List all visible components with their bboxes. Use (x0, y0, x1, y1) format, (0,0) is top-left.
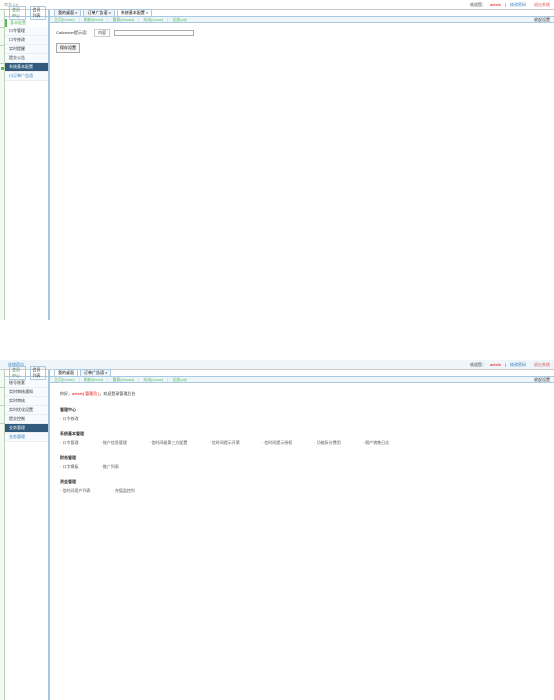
status-close-b[interactable]: 关闭(close) (143, 377, 163, 383)
quick-link[interactable]: · 信时间提示开票 (209, 440, 239, 446)
quick-link[interactable]: · 口字模板 (60, 464, 78, 470)
quick-link[interactable]: · 推广列表 (100, 464, 118, 470)
status-reload-b[interactable]: 重载(reload) (112, 377, 134, 383)
app-bottom-instance: 连锁药店 欢迎您： admin | 修改密码 退出系统 会员中心 会员列表 账号… (0, 360, 554, 700)
sidebar-item[interactable]: 口令修改 (5, 36, 48, 45)
sec-basic: 系统基本管理 (56, 427, 548, 439)
status-home-b[interactable]: 主页(home) (54, 377, 75, 383)
tab-desktop[interactable]: 我的桌面 × (54, 9, 81, 16)
sidebar-pill-a[interactable]: 会员中心 (9, 6, 26, 20)
status-fresh-b[interactable]: 刷新(fresh) (84, 377, 104, 383)
rail-indicator-icon (1, 67, 4, 70)
content-canvas: Callcenter提示语： 内容 保存设置 (50, 23, 554, 320)
quick-link[interactable]: · 口令修改 (60, 416, 78, 422)
tab-sysconfig[interactable]: 系统基本配置 × (117, 9, 152, 16)
quick-link[interactable]: · 信时间提示授权 (262, 440, 292, 446)
sidebar-pill-b-b[interactable]: 会员列表 (30, 366, 47, 380)
save-button[interactable]: 保存设置 (56, 43, 80, 53)
prefix-box[interactable]: 内容 (94, 29, 110, 37)
status-reload[interactable]: 重载(reload) (112, 17, 134, 23)
sidebar-group-biz[interactable]: 业务管理 (5, 424, 48, 433)
sidebar-b: 会员中心 会员列表 账号账套 实时审核通知 实时审核 实时优化设置 提交控制 业… (5, 370, 49, 700)
tab-desktop-b[interactable]: 我的桌面 (54, 369, 78, 376)
logout-link[interactable]: 退出系统 (534, 2, 550, 8)
quick-link[interactable]: · 佣产销售日志 (363, 440, 389, 446)
user-name-b: admin (490, 362, 501, 367)
change-password-link-b[interactable]: 修改密码 (510, 362, 526, 368)
quick-link[interactable]: · 信时间级第三方配置 (149, 440, 187, 446)
sidebar-pill-a-b[interactable]: 会员中心 (9, 366, 26, 380)
sidebar-item[interactable]: 实时优化设置 (5, 406, 48, 415)
sidebar-group-basic[interactable]: 基本配置 (5, 19, 48, 27)
collapse-toggle[interactable]: 收起设置 (534, 17, 550, 23)
sidebar-item-ad[interactable]: 口订单广告语 (5, 72, 48, 81)
collapse-toggle-b[interactable]: 收起设置 (534, 377, 550, 383)
content-canvas-b: 你好，admin[ 管理员 ]，欢迎登录管理后台 管理中心 · 口令修改 系统基… (50, 383, 554, 700)
status-close[interactable]: 关闭(close) (143, 17, 163, 23)
quick-link[interactable]: · 账户信息管理 (100, 440, 126, 446)
tab-ad-b[interactable]: 订单广告语 × (80, 369, 111, 376)
sidebar-pill-b[interactable]: 会员列表 (30, 6, 47, 20)
sidebar-item[interactable]: 提交公告 (5, 54, 48, 63)
sec-mgmt-center: 管理中心 (56, 403, 548, 415)
sidebar: 会员中心 会员列表 基本配置 口令管理 口令修改 实时提醒 提交公告 系统基本配… (5, 10, 49, 320)
sidebar-item[interactable]: 实时审核通知 (5, 388, 48, 397)
welcome-line: 你好，admin[ 管理员 ]，欢迎登录管理后台 (56, 389, 548, 399)
tab-ad[interactable]: 订单广告语 × (83, 9, 114, 16)
user-label-b: 欢迎您： (470, 362, 486, 368)
form-label: Callcenter提示语： (56, 30, 90, 36)
logout-link-b[interactable]: 退出系统 (534, 362, 550, 368)
app-top-instance: 商务 Kit 欢迎您： admin | 修改密码 退出系统 会员中心 会员列表 … (0, 0, 554, 320)
status-fresh[interactable]: 刷新(fresh) (84, 17, 104, 23)
sidebar-item[interactable]: 账号账套 (5, 379, 48, 388)
sidebar-group-sysconfig[interactable]: 系统基本配置 (5, 63, 48, 72)
callcenter-input[interactable] (114, 30, 194, 36)
quick-link[interactable]: · 口令管理 (60, 440, 78, 446)
quick-link[interactable]: · 功能拆分费用 (314, 440, 340, 446)
sec-fin: 资金管理 (56, 475, 548, 487)
sidebar-item-biz[interactable]: 业务管理 (5, 433, 48, 442)
sidebar-item[interactable]: 实时提醒 (5, 45, 48, 54)
quick-link[interactable]: · 充值监控列 (112, 488, 134, 494)
user-label: 欢迎您： (470, 2, 486, 8)
status-all[interactable]: 全部(all) (172, 17, 187, 23)
status-all-b[interactable]: 全部(all) (172, 377, 187, 383)
sidebar-item[interactable]: 实时审核 (5, 397, 48, 406)
sec-data: 财务管理 (56, 451, 548, 463)
sidebar-item[interactable]: 口令管理 (5, 27, 48, 36)
sidebar-item[interactable]: 提交控制 (5, 415, 48, 424)
user-name: admin (490, 2, 501, 7)
change-password-link[interactable]: 修改密码 (510, 2, 526, 8)
status-home[interactable]: 主页(home) (54, 17, 75, 23)
quick-link[interactable]: · 信时间用户列表 (60, 488, 90, 494)
